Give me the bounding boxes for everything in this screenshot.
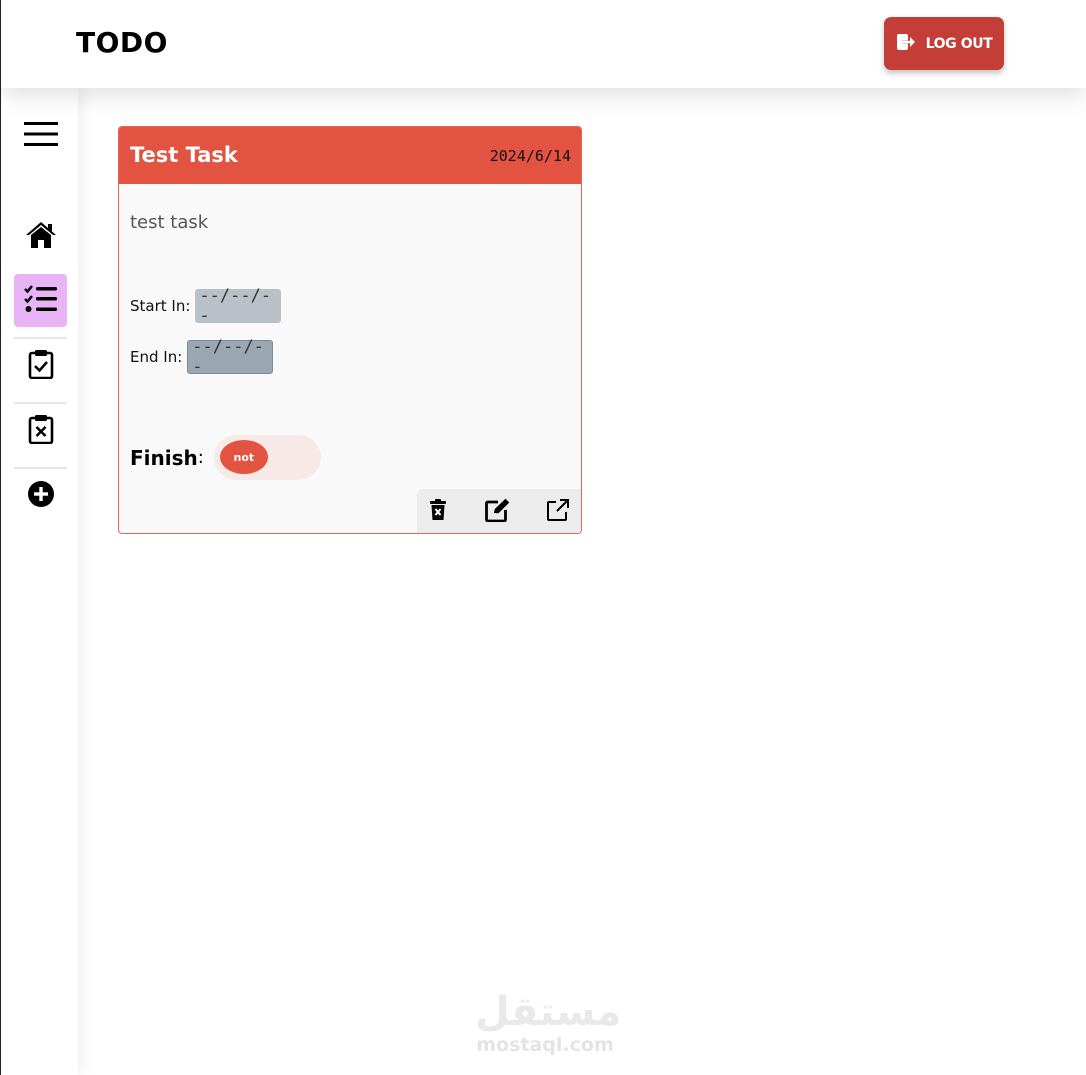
task-card-header: Test Task 2024/6/14 — [119, 127, 581, 184]
todo-app: TODO LOG OUT Test Task 2024/6/14 test ta… — [0, 0, 1086, 1075]
delete-task-button[interactable] — [425, 499, 451, 525]
start-date-row: Start In: --/--/-- — [130, 286, 282, 326]
task-date: 2024/6/14 — [489, 147, 571, 165]
logout-button[interactable]: LOG OUT — [884, 17, 1004, 70]
sidebar-item-home[interactable] — [14, 210, 67, 263]
app-title: TODO — [76, 26, 168, 59]
watermark: مستقل mostaql.com — [475, 989, 622, 1056]
task-description: test task — [130, 212, 209, 233]
edit-icon — [485, 498, 511, 526]
finish-colon: : — [197, 447, 204, 468]
start-label: Start In: — [130, 297, 191, 315]
finish-label: Finish — [130, 445, 198, 470]
logout-label: LOG OUT — [925, 35, 993, 52]
finish-row: Finish : not — [130, 435, 321, 480]
end-label: End In: — [130, 348, 183, 366]
clipboard-x-icon — [28, 414, 54, 448]
start-date-input[interactable]: --/--/-- — [195, 286, 282, 326]
sidebar-item-uncompleted[interactable] — [14, 404, 67, 457]
edit-task-button[interactable] — [485, 498, 511, 526]
sidebar-item-tasks[interactable] — [14, 274, 67, 327]
watermark-arabic: مستقل — [475, 989, 622, 1035]
end-date-row: End In: --/--/-- — [130, 337, 274, 377]
task-actions — [417, 489, 581, 533]
watermark-latin: mostaql.com — [476, 1034, 614, 1056]
top-bar: TODO LOG OUT — [1, 0, 1086, 88]
menu-button[interactable] — [14, 109, 67, 162]
list-check-icon — [23, 284, 58, 318]
task-title: Test Task — [130, 143, 238, 167]
task-card[interactable]: Test Task 2024/6/14 test task Start In: … — [118, 126, 582, 534]
end-date-input[interactable]: --/--/-- — [187, 337, 274, 377]
sidebar-item-add[interactable] — [14, 469, 67, 522]
logout-icon — [896, 33, 916, 55]
sidebar — [1, 88, 78, 1075]
finish-toggle-knob: not — [219, 440, 268, 474]
finish-toggle[interactable]: not — [213, 435, 321, 480]
external-link-icon — [546, 498, 570, 526]
home-icon — [25, 221, 57, 253]
trash-x-icon — [429, 499, 447, 525]
sidebar-item-completed[interactable] — [14, 339, 67, 392]
plus-circle-icon — [27, 480, 55, 512]
open-task-button[interactable] — [545, 499, 571, 525]
menu-icon — [23, 121, 58, 151]
clipboard-check-icon — [28, 349, 54, 383]
